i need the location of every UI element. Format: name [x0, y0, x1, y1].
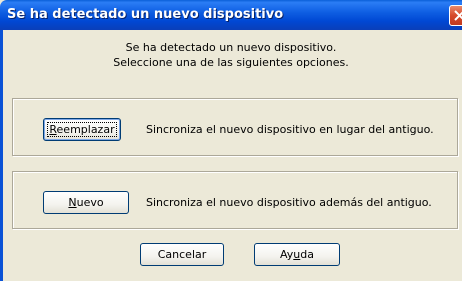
cancel-button[interactable]: Cancelar [140, 243, 224, 266]
title-bar[interactable]: Se ha detectado un nuevo dispositivo [0, 0, 462, 30]
replace-description: Sincroniza el nuevo dispositivo en lugar… [146, 123, 434, 136]
dialog-window: Se ha detectado un nuevo dispositivo Se … [0, 0, 462, 281]
new-button[interactable]: Nuevo [43, 191, 129, 214]
help-button-label-post: da [300, 248, 314, 261]
window-title: Se ha detectado un nuevo dispositivo [7, 7, 284, 22]
replace-button[interactable]: Reemplazar [43, 118, 121, 141]
help-button[interactable]: Ayuda [254, 243, 340, 266]
intro-line-1: Se ha detectado un nuevo dispositivo. [125, 41, 337, 54]
close-button[interactable] [449, 5, 462, 26]
intro-line-2: Seleccione una de las siguientes opcione… [113, 56, 349, 69]
close-icon [454, 10, 462, 21]
new-button-label: uevo [76, 196, 104, 209]
focus-rect [47, 122, 117, 137]
intro-message: Se ha detectado un nuevo dispositivo. Se… [0, 40, 462, 70]
new-description: Sincroniza el nuevo dispositivo además d… [146, 196, 432, 209]
help-button-label-pre: Ay [279, 248, 294, 261]
new-button-mnemonic: N [68, 196, 77, 209]
